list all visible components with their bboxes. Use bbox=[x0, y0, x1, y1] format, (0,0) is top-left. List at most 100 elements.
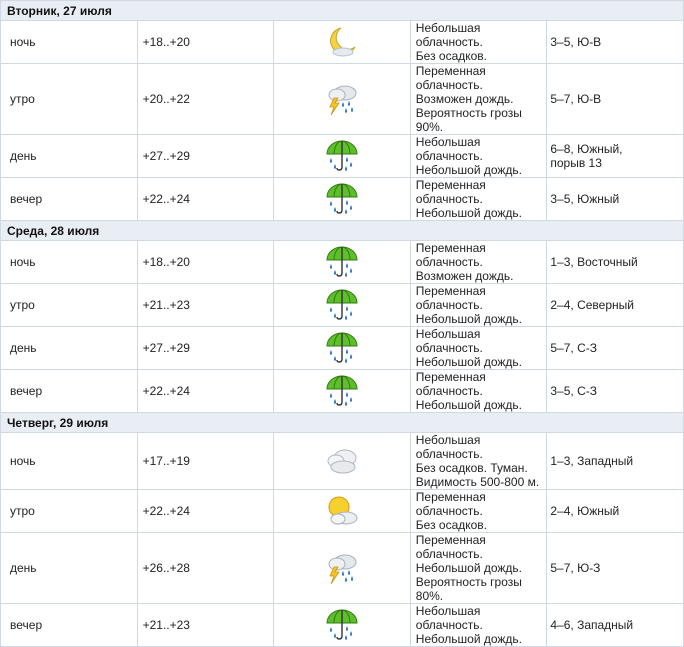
weather-icon-cell bbox=[273, 489, 411, 533]
time-of-day: день bbox=[0, 532, 138, 604]
wind: 5–7, Ю-З bbox=[546, 532, 684, 604]
forecast-row: ночь +18..+20 Переменная облачность. Возмо… bbox=[0, 240, 684, 284]
weather-icon-cell bbox=[273, 432, 411, 490]
day-title: Среда, 28 июля bbox=[0, 220, 684, 241]
description-line-1: Переменная облачность. bbox=[415, 533, 486, 561]
temperature: +21..+23 bbox=[136, 283, 275, 327]
forecast-row: вечер +22..+24 Переменная облачность. Небо… bbox=[0, 369, 684, 413]
description-line-2: Небольшой дождь. bbox=[415, 206, 523, 220]
description-line-1: Переменная облачность. bbox=[415, 370, 486, 398]
day-header-row: Четверг, 29 июля bbox=[0, 412, 684, 433]
temperature: +27..+29 bbox=[136, 134, 275, 178]
description-line-1: Переменная облачность. bbox=[415, 178, 486, 206]
temperature: +17..+19 bbox=[136, 432, 275, 490]
weather-icon-cell bbox=[273, 240, 411, 284]
temperature: +22..+24 bbox=[136, 177, 275, 221]
weather-description: Небольшая облачность. Небольшой дождь. bbox=[409, 603, 548, 647]
time-of-day: ночь bbox=[0, 240, 138, 284]
wind: 5–7, С-З bbox=[546, 326, 684, 370]
weather-description: Переменная облачность. Возможен дождь. bbox=[409, 240, 548, 284]
umbrella-rain-icon bbox=[274, 181, 410, 217]
umbrella-rain-icon bbox=[274, 330, 410, 366]
thunder-rain-cloud-icon bbox=[274, 82, 410, 116]
wind-line-2: порыв 13 bbox=[550, 156, 602, 170]
forecast-row: утро +20..+22 Переменная облачность. Возмо… bbox=[0, 63, 684, 135]
description-line-1: Небольшая облачность. bbox=[415, 135, 483, 163]
description-line-2: Небольшой дождь. Вероятность грозы 80%. bbox=[415, 561, 523, 603]
sun-cloud-icon bbox=[274, 494, 410, 528]
wind: 3–5, Южный bbox=[546, 177, 684, 221]
weather-icon-cell bbox=[273, 283, 411, 327]
description-line-2: Небольшой дождь. bbox=[415, 312, 523, 326]
umbrella-rain-icon bbox=[274, 138, 410, 174]
description-line-2: Небольшой дождь. bbox=[415, 632, 523, 646]
forecast-row: утро +21..+23 Переменная облачность. Небол… bbox=[0, 283, 684, 327]
description-line-1: Переменная облачность. bbox=[415, 490, 486, 518]
day-title: Четверг, 29 июля bbox=[0, 412, 684, 433]
weather-icon-cell bbox=[273, 177, 411, 221]
day-title: Вторник, 27 июля bbox=[0, 0, 684, 21]
temperature: +18..+20 bbox=[136, 20, 275, 64]
temperature: +18..+20 bbox=[136, 240, 275, 284]
description-line-1: Небольшая облачность. bbox=[415, 21, 483, 49]
forecast-row: вечер +21..+23 Небольшая облачность. Небол… bbox=[0, 603, 684, 647]
description-line-2: Небольшой дождь. bbox=[415, 163, 523, 177]
wind-line-1: 3–5, С-З bbox=[550, 384, 597, 398]
time-of-day: вечер bbox=[0, 177, 138, 221]
temperature: +22..+24 bbox=[136, 369, 275, 413]
description-line-1: Небольшая облачность. bbox=[415, 604, 483, 632]
description-line-2: Возможен дождь. Вероятность грозы 90%. bbox=[415, 92, 522, 134]
wind: 6–8, Южный, порыв 13 bbox=[546, 134, 684, 178]
weather-description: Переменная облачность. Возможен дождь. Ве… bbox=[409, 63, 548, 135]
weather-description: Переменная облачность. Небольшой дождь. В… bbox=[409, 532, 548, 604]
time-of-day: вечер bbox=[0, 603, 138, 647]
wind-line-1: 1–3, Восточный bbox=[550, 255, 638, 269]
wind: 1–3, Западный bbox=[546, 432, 684, 490]
time-of-day: вечер bbox=[0, 369, 138, 413]
forecast-row: ночь +17..+19 Небольшая облачность. Без ос… bbox=[0, 432, 684, 490]
time-of-day: утро bbox=[0, 283, 138, 327]
weather-icon-cell bbox=[273, 20, 411, 64]
weather-description: Небольшая облачность. Небольшой дождь. bbox=[409, 134, 548, 178]
umbrella-rain-icon bbox=[274, 373, 410, 409]
weather-description: Переменная облачность. Небольшой дождь. bbox=[409, 177, 548, 221]
wind-line-1: 5–7, Ю-В bbox=[550, 92, 602, 106]
description-line-2: Небольшой дождь. bbox=[415, 398, 523, 412]
day-header-row: Среда, 28 июля bbox=[0, 220, 684, 241]
weather-description: Переменная облачность. Небольшой дождь. bbox=[409, 369, 548, 413]
wind-line-1: 4–6, Западный bbox=[550, 618, 634, 632]
weather-icon-cell bbox=[273, 326, 411, 370]
wind: 2–4, Южный bbox=[546, 489, 684, 533]
weather-icon-cell bbox=[273, 63, 411, 135]
description-line-1: Переменная облачность. bbox=[415, 241, 486, 269]
weather-description: Небольшая облачность. Без осадков. bbox=[409, 20, 548, 64]
forecast-row: вечер +22..+24 Переменная облачность. Небо… bbox=[0, 177, 684, 221]
time-of-day: утро bbox=[0, 489, 138, 533]
weather-icon-cell bbox=[273, 134, 411, 178]
wind-line-1: 2–4, Северный bbox=[550, 298, 634, 312]
temperature: +20..+22 bbox=[136, 63, 275, 135]
description-line-1: Переменная облачность. bbox=[415, 64, 486, 92]
umbrella-rain-icon bbox=[274, 607, 410, 643]
cloud-fog-icon bbox=[274, 444, 410, 478]
weather-icon-cell bbox=[273, 532, 411, 604]
description-line-1: Небольшая облачность. bbox=[415, 433, 483, 461]
forecast-row: день +26..+28 Переменная облачность. Небол… bbox=[0, 532, 684, 604]
wind-line-1: 3–5, Ю-В bbox=[550, 35, 602, 49]
temperature: +21..+23 bbox=[136, 603, 275, 647]
wind-line-1: 2–4, Южный bbox=[550, 504, 620, 518]
day-header-row: Вторник, 27 июля bbox=[0, 0, 684, 21]
forecast-row: ночь +18..+20 Небольшая облачность. Без ос… bbox=[0, 20, 684, 64]
weather-icon-cell bbox=[273, 369, 411, 413]
time-of-day: утро bbox=[0, 63, 138, 135]
time-of-day: ночь bbox=[0, 432, 138, 490]
wind-line-1: 5–7, С-З bbox=[550, 341, 597, 355]
forecast-row: день +27..+29 Небольшая облачность. Неболь… bbox=[0, 326, 684, 370]
wind-line-1: 5–7, Ю-З bbox=[550, 561, 601, 575]
wind: 3–5, Ю-В bbox=[546, 20, 684, 64]
wind: 4–6, Западный bbox=[546, 603, 684, 647]
forecast-row: утро +22..+24 Переменная облачность. Без о… bbox=[0, 489, 684, 533]
umbrella-rain-icon bbox=[274, 244, 410, 280]
time-of-day: день bbox=[0, 134, 138, 178]
description-line-1: Переменная облачность. bbox=[415, 284, 486, 312]
